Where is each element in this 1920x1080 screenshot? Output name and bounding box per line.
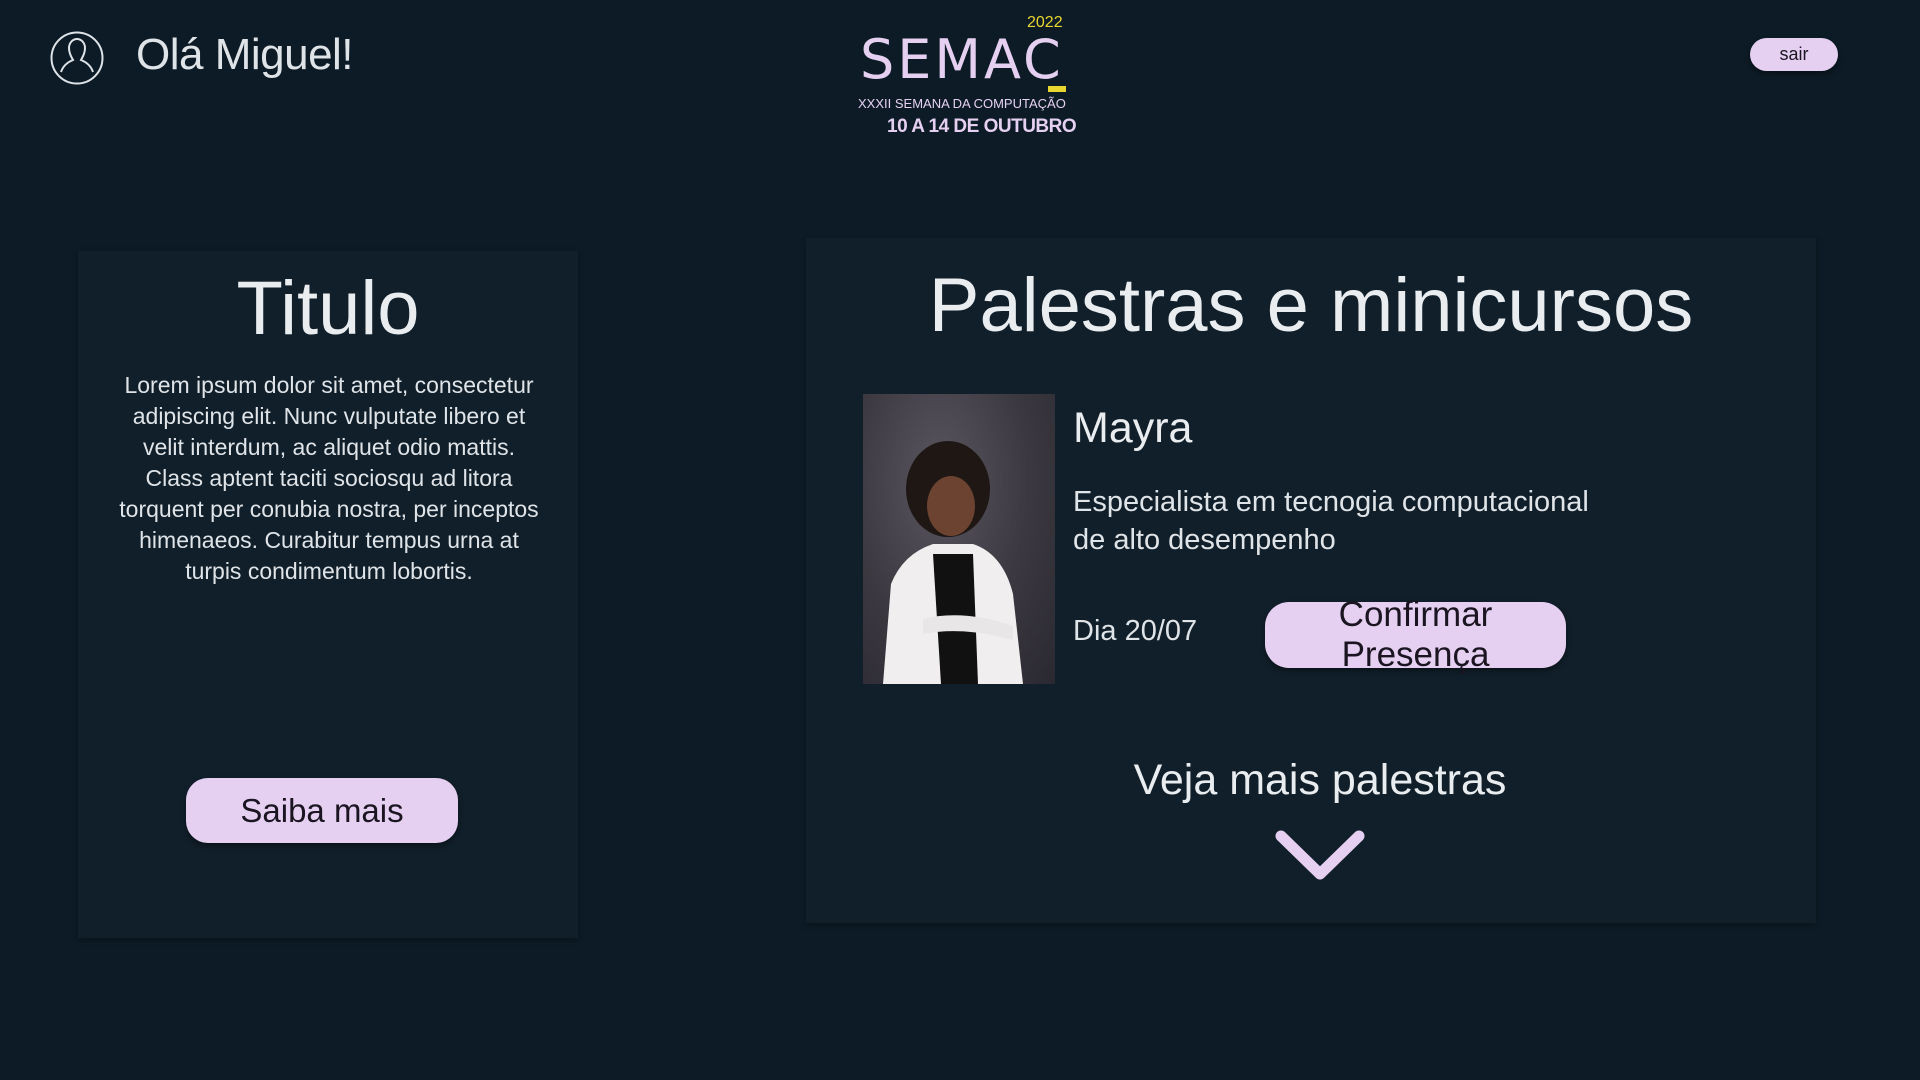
info-card-body: Lorem ipsum dolor sit amet, consectetur …	[119, 372, 539, 584]
semac-logo: 2022 SEMAC XXXII SEMANA DA COMPUTAÇÃO 10…	[850, 12, 1080, 137]
logo-dates: 10 A 14 DE OUTUBRO	[887, 116, 1077, 137]
talks-title: Palestras e minicursos	[928, 263, 1694, 348]
logo-name: SEMAC	[860, 28, 1064, 91]
learn-more-button[interactable]: Saiba mais	[186, 778, 458, 843]
info-card-title: Titulo	[236, 266, 420, 351]
speaker-description: Especialista em tecnogia computacional d…	[1073, 486, 1589, 556]
greeting: Olá Miguel!	[136, 30, 354, 79]
speaker-name: Mayra	[1073, 404, 1193, 452]
talk-date: Dia 20/07	[1073, 615, 1198, 647]
user-avatar-icon[interactable]	[50, 31, 104, 85]
see-more-talks-link[interactable]: Veja mais palestras	[1100, 756, 1540, 805]
logo-subtitle: XXXII SEMANA DA COMPUTAÇÃO	[858, 96, 1066, 111]
confirm-attendance-button[interactable]: Confirmar Presença	[1265, 595, 1566, 674]
logout-button[interactable]: sair	[1750, 38, 1838, 71]
chevron-down-icon[interactable]	[1275, 830, 1365, 882]
speaker-photo	[863, 394, 1055, 684]
logo-cursor	[1048, 86, 1066, 92]
